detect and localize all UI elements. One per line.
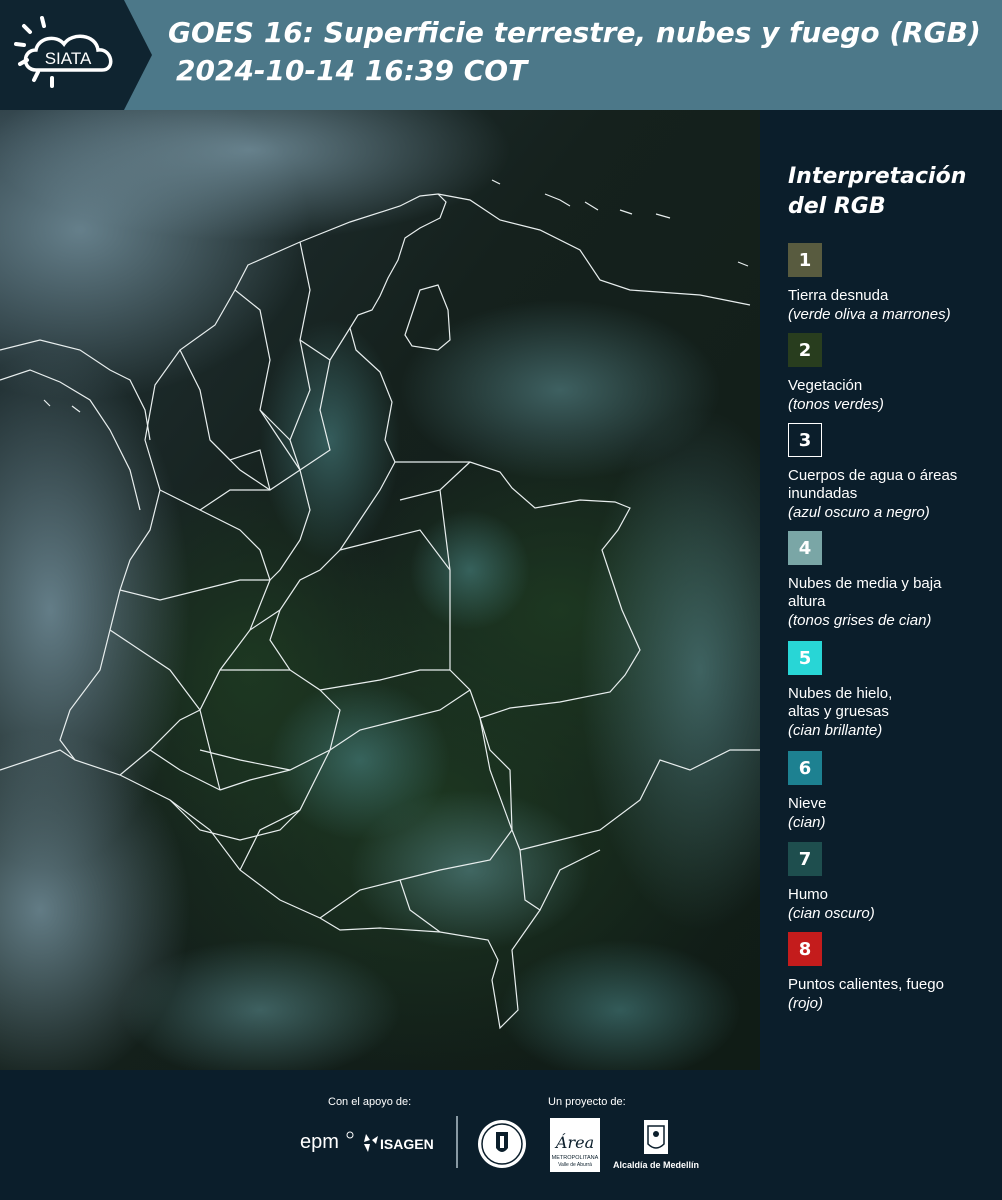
legend-desc: (rojo): [788, 995, 824, 1012]
area-logo-subtext: METROPOLITANA: [552, 1155, 599, 1161]
legend-swatch: 4: [788, 531, 822, 565]
alcaldia-logo-text: Alcaldía de Medellín: [613, 1160, 699, 1170]
area-logo-text: Área: [554, 1132, 594, 1152]
legend-label: Humo: [788, 886, 829, 903]
legend-swatch: 8: [788, 932, 822, 966]
legend-desc: (cian): [788, 814, 826, 831]
support-caption: Con el apoyo de:: [328, 1096, 412, 1108]
legend-label: Nubes de hielo, altas y gruesas: [788, 685, 893, 720]
isagen-logo-icon: ISAGEN: [364, 1134, 434, 1152]
footer: Con el apoyo de: Un proyecto de: epm ISA…: [0, 1070, 1002, 1200]
legend-item: 5 Nubes de hielo, altas y gruesas (cian …: [788, 641, 1000, 740]
footer-divider: [456, 1116, 458, 1168]
legend-swatch: 6: [788, 751, 822, 785]
legend-label: Nubes de media y baja altura: [788, 575, 942, 610]
isagen-logo-text: ISAGEN: [380, 1136, 434, 1152]
title-line-1: GOES 16: Superficie terrestre, nubes y f…: [168, 16, 981, 49]
legend-item: 2 Vegetación (tonos verdes): [788, 333, 1000, 414]
legend-swatch: 2: [788, 333, 822, 367]
legend-label: Nieve: [788, 795, 827, 812]
legend-label: Tierra desnuda: [788, 287, 889, 304]
medellin-seal-icon: [478, 1120, 526, 1168]
satellite-map: [0, 110, 760, 1070]
page-title: GOES 16: Superficie terrestre, nubes y f…: [168, 14, 998, 90]
legend-desc: (tonos grises de cian): [788, 612, 932, 629]
legend-swatch: 5: [788, 641, 822, 675]
legend-swatch: 3: [788, 423, 822, 457]
legend-item: 1 Tierra desnuda (verde oliva a marrones…: [788, 243, 1000, 324]
legend-swatch: 1: [788, 243, 822, 277]
legend-item: 6 Nieve (cian): [788, 751, 1000, 832]
legend-item: 8 Puntos calientes, fuego (rojo): [788, 932, 1000, 1013]
epm-logo-icon: epm: [300, 1131, 354, 1153]
legend-swatch: 7: [788, 842, 822, 876]
legend-desc: (verde oliva a marrones): [788, 306, 951, 323]
legend-desc: (tonos verdes): [788, 396, 884, 413]
legend-panel: Interpretación del RGB 1 Tierra desnuda …: [760, 110, 1002, 1070]
alcaldia-medellin-logo-icon: Alcaldía de Medellín: [613, 1120, 699, 1170]
satellite-image: [0, 110, 760, 1070]
legend-label: Vegetación: [788, 377, 863, 394]
area-logo-subtext-2: Valle de Aburrá: [558, 1162, 592, 1168]
legend-desc: (azul oscuro a negro): [788, 504, 930, 521]
siata-logo-icon: SIATA: [14, 16, 113, 88]
legend-item: 4 Nubes de media y baja altura (tonos gr…: [788, 531, 1000, 630]
area-metropolitana-logo-icon: Área METROPOLITANA Valle de Aburrá: [550, 1118, 600, 1172]
legend-desc: (cian oscuro): [788, 905, 875, 922]
legend-title: Interpretación del RGB: [788, 164, 967, 219]
legend-label: Cuerpos de agua o áreas inundadas: [788, 467, 958, 502]
siata-logo-panel: SIATA: [0, 0, 152, 110]
legend-item: 7 Humo (cian oscuro): [788, 842, 1000, 923]
project-caption: Un proyecto de:: [548, 1096, 626, 1108]
title-line-2: 2024-10-14 16:39 COT: [176, 54, 528, 87]
epm-logo-text: epm: [300, 1131, 339, 1153]
legend-desc: (cian brillante): [788, 722, 883, 739]
siata-logo-text: SIATA: [45, 49, 92, 68]
legend-item: 3 Cuerpos de agua o áreas inundadas (azu…: [788, 423, 1000, 522]
legend-label: Puntos calientes, fuego: [788, 976, 944, 993]
header-bar: SIATA GOES 16: Superficie terrestre, nub…: [0, 0, 1002, 110]
